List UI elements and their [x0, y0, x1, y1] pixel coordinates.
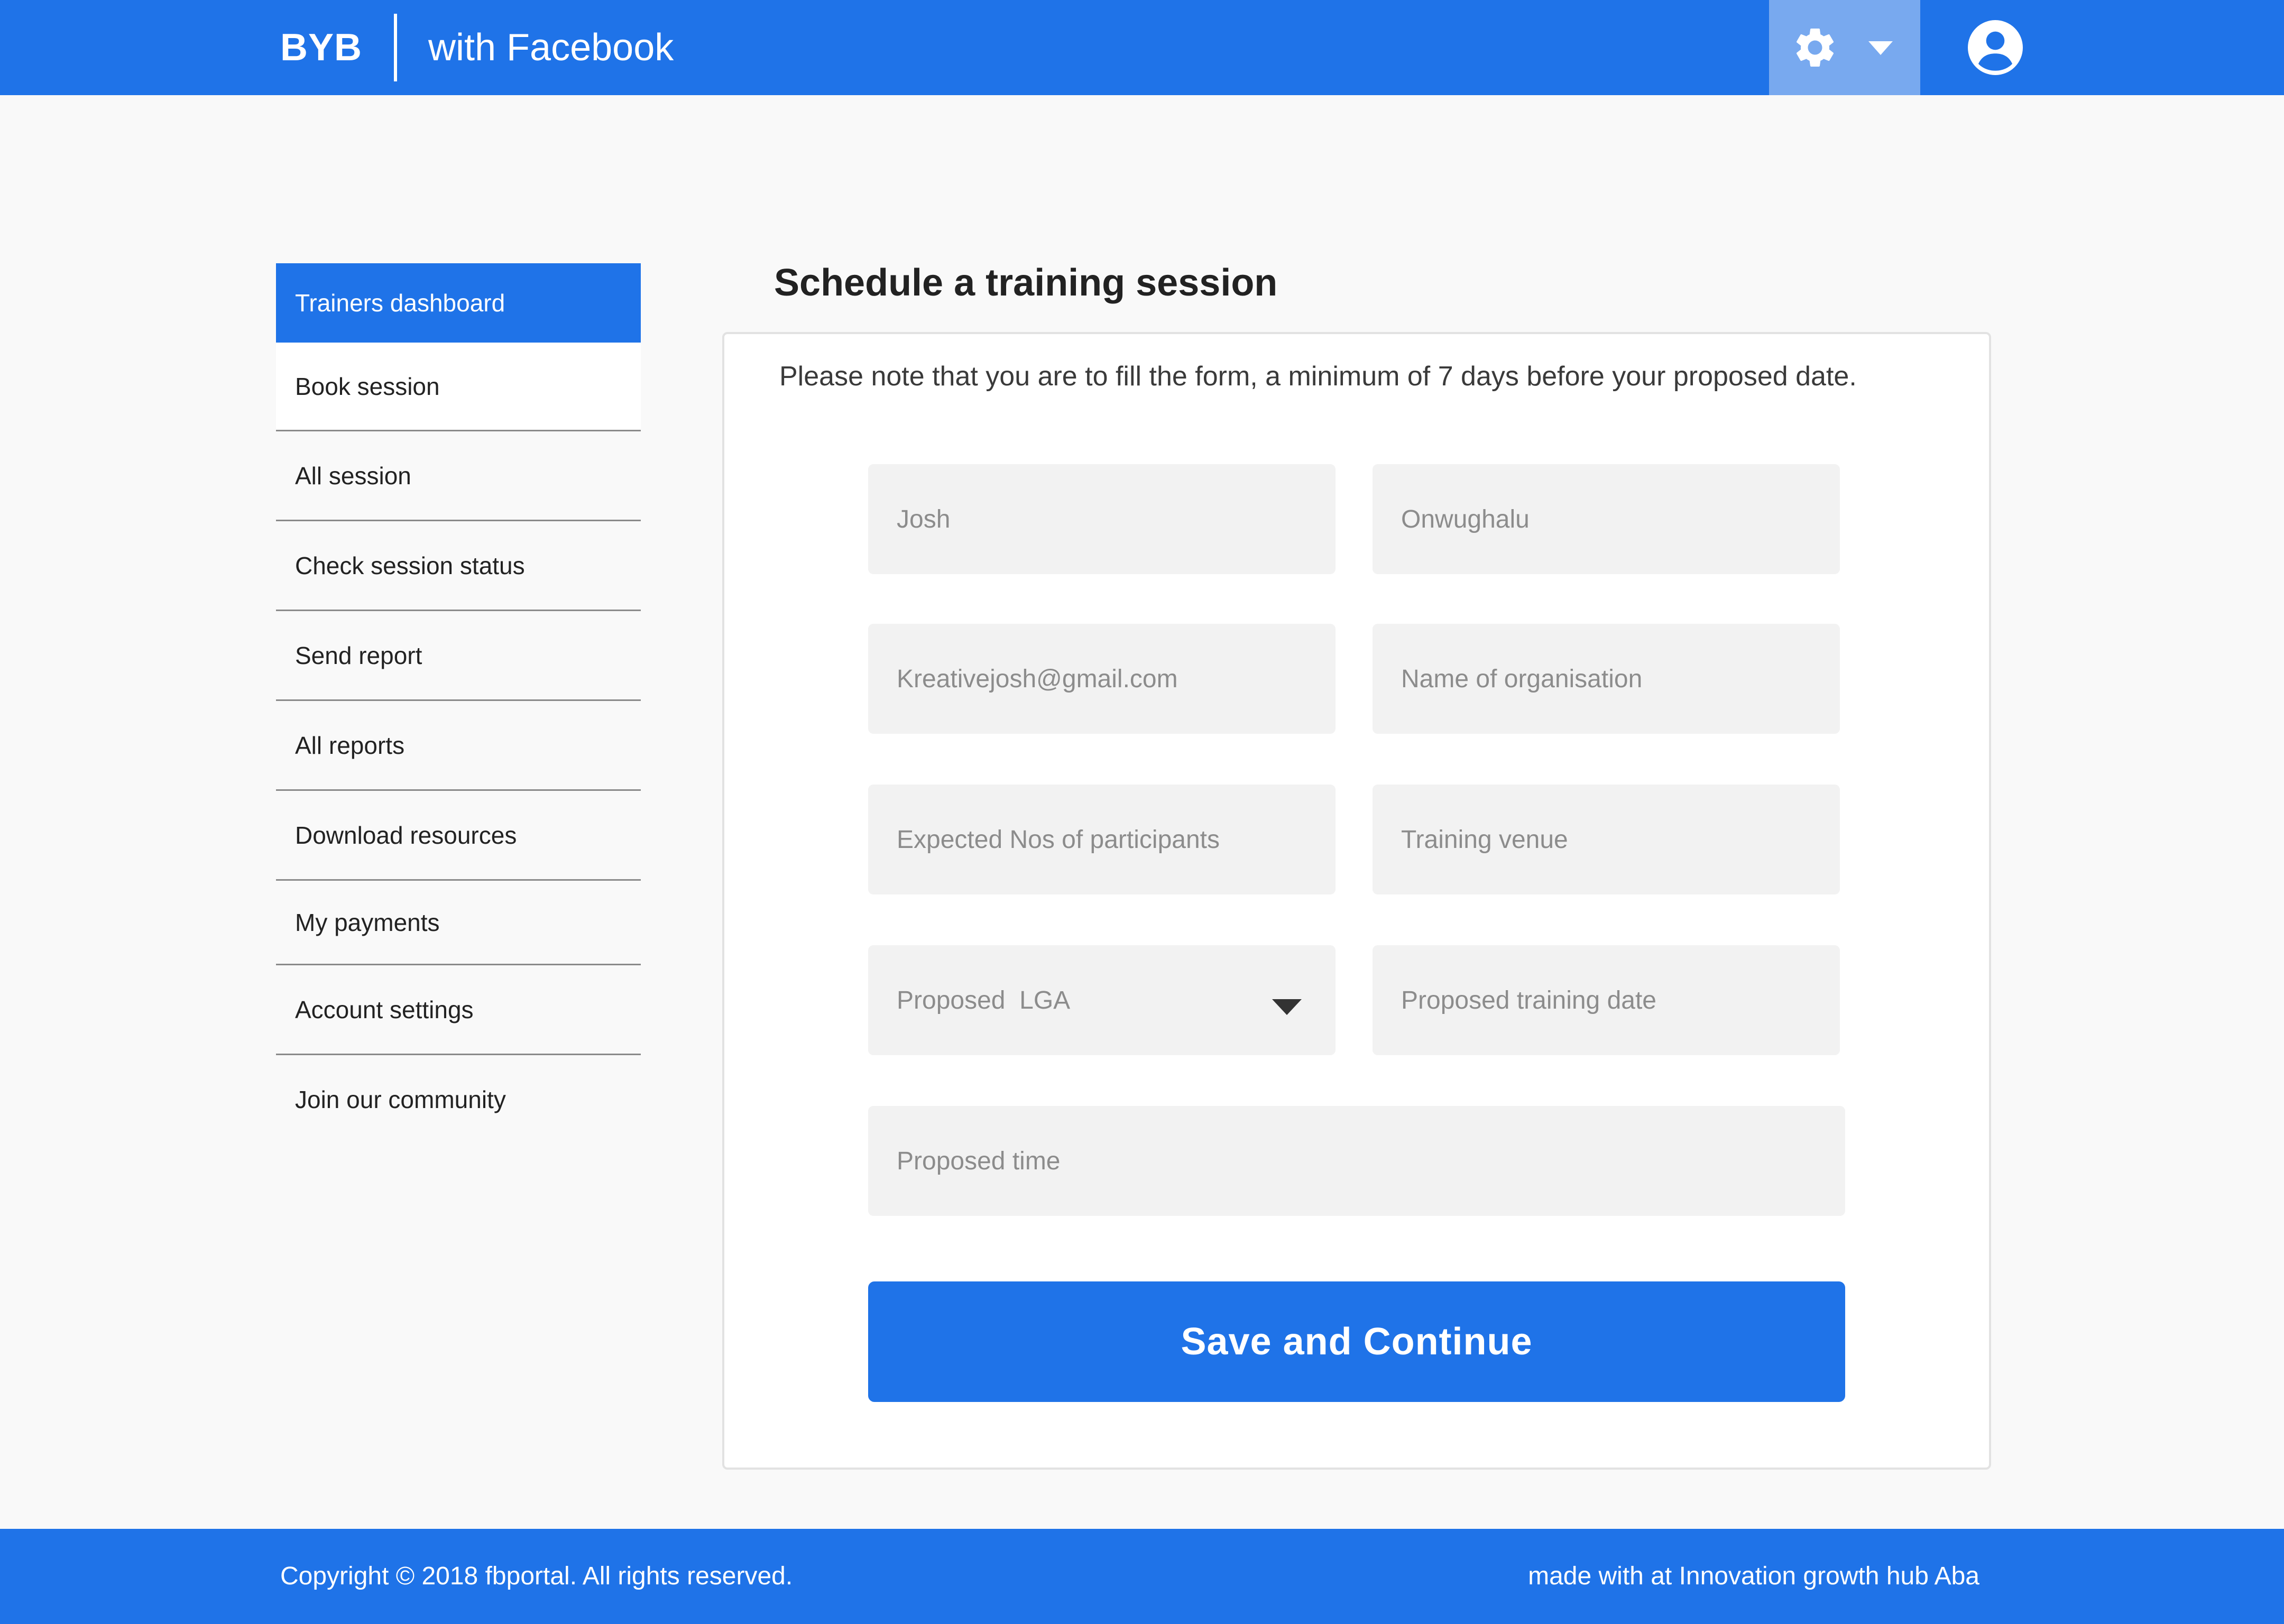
proposed-time-placeholder: Proposed time [897, 1147, 1061, 1175]
save-and-continue-button[interactable]: Save and Continue [868, 1281, 1845, 1402]
sidebar-item-send-report[interactable]: Send report [276, 611, 641, 701]
email-field[interactable]: Kreativejosh@gmail.com [868, 624, 1336, 734]
settings-dropdown-button[interactable] [1769, 0, 1920, 95]
schedule-form-card: Please note that you are to fill the for… [722, 332, 1991, 1470]
caret-down-icon [1272, 999, 1302, 1015]
first-name-value: Josh [897, 505, 951, 533]
last-name-field[interactable]: Onwughalu [1373, 464, 1840, 574]
caret-down-icon [1868, 41, 1893, 55]
top-navbar: BYB with Facebook [0, 0, 2284, 95]
page-title: Schedule a training session [774, 262, 1278, 304]
sidebar-item-label: All reports [295, 731, 405, 759]
training-date-placeholder: Proposed training date [1401, 986, 1656, 1014]
sidebar-item-label: Download resources [295, 821, 517, 849]
sidebar-item-all-reports[interactable]: All reports [276, 701, 641, 791]
footer: Copyright © 2018 fbportal. All rights re… [0, 1529, 2284, 1624]
proposed-time-field[interactable]: Proposed time [868, 1106, 1845, 1216]
participants-field[interactable]: Expected Nos of participants [868, 785, 1336, 894]
sidebar-item-account-settings[interactable]: Account settings [276, 965, 641, 1055]
lga-select[interactable]: Proposed LGA [868, 945, 1336, 1055]
sidebar-item-label: Send report [295, 641, 422, 669]
first-name-field[interactable]: Josh [868, 464, 1336, 574]
venue-placeholder: Training venue [1401, 825, 1568, 854]
sidebar-item-my-payments[interactable]: My payments [276, 881, 641, 965]
organisation-field[interactable]: Name of organisation [1373, 624, 1840, 734]
footer-made-with: made with at Innovation growth hub Aba [1528, 1562, 1979, 1590]
sidebar-item-label: Trainers dashboard [295, 289, 505, 317]
sidebar-item-label: Account settings [295, 995, 474, 1023]
sidebar-item-label: Join our community [295, 1086, 506, 1113]
lga-placeholder: Proposed LGA [897, 986, 1071, 1014]
venue-field[interactable]: Training venue [1373, 785, 1840, 894]
email-value: Kreativejosh@gmail.com [897, 665, 1178, 693]
training-date-field[interactable]: Proposed training date [1373, 945, 1840, 1055]
organisation-placeholder: Name of organisation [1401, 665, 1643, 693]
sidebar-item-label: Book session [295, 372, 440, 400]
sidebar-item-label: All session [295, 462, 411, 490]
sidebar-item-download-resources[interactable]: Download resources [276, 791, 641, 881]
sidebar-item-label: Check session status [295, 551, 525, 579]
last-name-value: Onwughalu [1401, 505, 1530, 533]
brand-divider [394, 14, 397, 81]
sidebar-item-book-session[interactable]: Book session [276, 343, 641, 431]
sidebar-item-check-session-status[interactable]: Check session status [276, 521, 641, 611]
gear-icon [1796, 28, 1834, 67]
sidebar-item-trainers-dashboard[interactable]: Trainers dashboard [276, 263, 641, 343]
form-note: Please note that you are to fill the for… [779, 361, 1857, 392]
participants-placeholder: Expected Nos of participants [897, 825, 1220, 854]
brand-subtitle: with Facebook [428, 26, 674, 69]
sidebar-item-join-community[interactable]: Join our community [276, 1055, 641, 1144]
sidebar-item-label: My payments [295, 908, 440, 936]
user-circle-icon[interactable] [1968, 20, 2023, 75]
brand-logo[interactable]: BYB [280, 0, 362, 95]
sidebar-item-all-session[interactable]: All session [276, 431, 641, 521]
footer-copyright: Copyright © 2018 fbportal. All rights re… [280, 1562, 793, 1590]
sidebar-nav: Trainers dashboard Book session All sess… [276, 263, 641, 1144]
